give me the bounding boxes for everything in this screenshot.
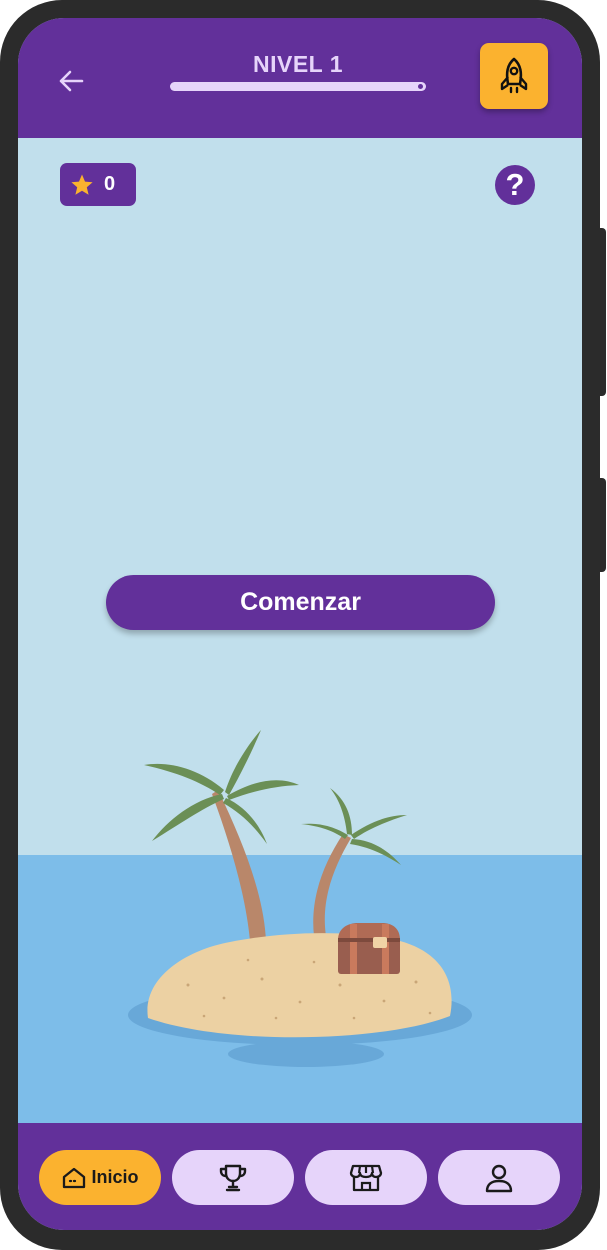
bottom-nav: Inicio (18, 1123, 582, 1230)
star-icon (71, 174, 93, 195)
nav-trophy-button[interactable] (172, 1150, 294, 1205)
arrow-left-icon (59, 70, 84, 92)
help-button[interactable]: ? (495, 165, 535, 205)
user-icon (485, 1164, 513, 1192)
home-icon (63, 1167, 86, 1188)
rocket-button[interactable] (480, 43, 548, 109)
start-button[interactable]: Comenzar (106, 575, 495, 630)
phone-power-button (598, 228, 606, 396)
nav-store-button[interactable] (305, 1150, 427, 1205)
level-title: NIVEL 1 (253, 51, 343, 77)
island-illustration (128, 730, 472, 1067)
trophy-icon (219, 1164, 247, 1191)
store-icon (349, 1164, 383, 1191)
app-screen: NIVEL 1 0 ? Comenzar Inicio (18, 18, 582, 1230)
nav-profile-button[interactable] (438, 1150, 560, 1205)
back-button[interactable] (54, 64, 88, 98)
nav-home-label: Inicio (91, 1167, 139, 1187)
nav-home-button[interactable]: Inicio (39, 1150, 161, 1205)
help-icon: ? (505, 167, 525, 202)
phone-volume-button (598, 478, 606, 572)
level-progress-bar (170, 82, 426, 91)
rocket-icon (500, 57, 528, 94)
progress-indicator (418, 84, 423, 89)
stars-counter: 0 (60, 163, 136, 206)
top-bar: NIVEL 1 (18, 18, 582, 138)
stars-count: 0 (104, 173, 116, 195)
